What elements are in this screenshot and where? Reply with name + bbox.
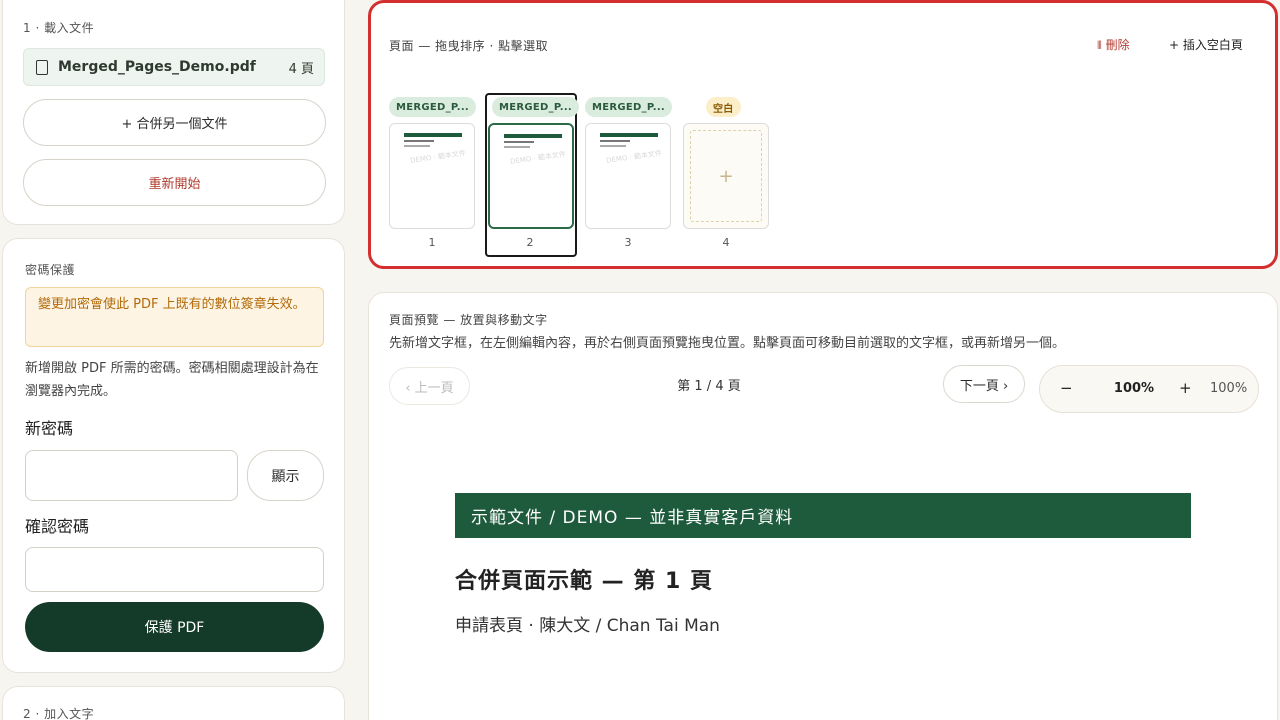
document-icon <box>36 59 48 75</box>
file-page-count: 4 頁 <box>288 61 314 77</box>
page-preview: DEMO · 範本文件 <box>585 123 671 229</box>
file-name: Merged_Pages_Demo.pdf <box>58 59 256 75</box>
password-section-label: 密碼保護 <box>25 263 76 277</box>
new-password-input[interactable] <box>25 450 238 501</box>
signature-warning: 變更加密會使此 PDF 上既有的數位簽章失效。 <box>25 287 324 347</box>
page-source-tag: 空白 <box>706 97 741 117</box>
mini-page-line <box>504 141 534 143</box>
page-thumbnail[interactable]: MERGED_P... DEMO · 範本文件 1 <box>389 95 477 255</box>
next-page-button[interactable]: 下一頁 › <box>943 365 1025 403</box>
password-description: 新增開啟 PDF 所需的密碼。密碼相關處理設計為在瀏覽器內完成。 <box>25 361 319 399</box>
mini-page-line <box>600 133 658 137</box>
page-source-tag: MERGED_P... <box>585 97 673 117</box>
mini-page-watermark: DEMO · 範本文件 <box>409 149 467 165</box>
zoom-value: 100% <box>1113 381 1155 396</box>
loaded-file-item[interactable]: Merged_Pages_Demo.pdf 4 頁 <box>23 48 325 86</box>
pages-panel: 頁面 — 拖曳排序 · 點擊選取 ⦀ 刪除 + 插入空白頁 MERGED_P..… <box>368 0 1278 269</box>
page-preview: DEMO · 範本文件 <box>389 123 475 229</box>
page-number: 4 <box>722 236 730 249</box>
previous-page-button[interactable]: ‹ 上一頁 <box>389 367 470 405</box>
password-protection-card: 密碼保護 變更加密會使此 PDF 上既有的數位簽章失效。 新增開啟 PDF 所需… <box>2 238 345 673</box>
mini-page-line <box>600 140 630 142</box>
protect-pdf-button[interactable]: 保護 PDF <box>25 602 324 652</box>
restart-button[interactable]: 重新開始 <box>23 159 326 206</box>
pages-heading: 頁面 — 拖曳排序 · 點擊選取 <box>389 39 549 53</box>
zoom-readout: 100% <box>1210 381 1248 396</box>
delete-page-button[interactable]: ⦀ 刪除 <box>1097 36 1130 53</box>
show-password-button[interactable]: 顯示 <box>247 450 324 501</box>
mini-page-watermark: DEMO · 範本文件 <box>605 149 663 165</box>
blank-page-preview: + <box>683 123 769 229</box>
text-section-label: 2 · 加入文字 <box>23 707 95 720</box>
mini-page-line <box>504 146 530 148</box>
mini-page-line <box>504 134 562 138</box>
page-thumbnail[interactable]: MERGED_P... DEMO · 範本文件 3 <box>585 95 673 255</box>
mini-page-watermark: DEMO · 範本文件 <box>509 150 567 166</box>
mini-page-line <box>600 145 626 147</box>
merge-document-button[interactable]: + 合併另一個文件 <box>23 99 326 146</box>
delete-label: 刪除 <box>1105 38 1130 52</box>
mini-page-line <box>404 133 462 137</box>
page-source-tag: MERGED_P... <box>492 97 580 117</box>
page-number: 2 <box>526 236 534 249</box>
mini-page-line <box>404 145 430 147</box>
page-thumbnail[interactable]: 空白 +4 <box>683 95 771 255</box>
preview-help-text: 先新增文字框，在左側編輯內容，再於右側頁面預覽拖曳位置。點擊頁面可移動目前選取的… <box>389 336 1066 351</box>
confirm-password-label: 確認密碼 <box>25 517 90 536</box>
trash-icon: ⦀ <box>1097 39 1102 52</box>
page-source-tag: MERGED_P... <box>389 97 477 117</box>
page-thumbnail[interactable]: MERGED_P... DEMO · 範本文件 2 <box>485 93 580 257</box>
mini-page-line <box>404 140 434 142</box>
zoom-out-button[interactable]: − <box>1060 379 1073 397</box>
preview-panel: 頁面預覽 — 放置與移動文字 先新增文字框，在左側編輯內容，再於右側頁面預覽拖曳… <box>368 292 1278 720</box>
confirm-password-input[interactable] <box>25 547 324 592</box>
plus-icon: + <box>690 130 762 222</box>
page-preview: DEMO · 範本文件 <box>488 123 574 229</box>
zoom-in-button[interactable]: + <box>1179 379 1192 397</box>
document-subtitle: 申請表頁 · 陳大文 / Chan Tai Man <box>455 616 720 636</box>
page-indicator: 第 1 / 4 頁 <box>677 379 741 394</box>
add-text-card: 2 · 加入文字 <box>2 686 345 720</box>
preview-title: 頁面預覽 — 放置與移動文字 <box>389 313 548 327</box>
page-number: 3 <box>624 236 632 249</box>
load-file-card: 1 · 載入文件 Merged_Pages_Demo.pdf 4 頁 + 合併另… <box>2 0 345 225</box>
document-banner: 示範文件 / DEMO — 並非真實客戶資料 <box>455 493 1191 538</box>
new-password-label: 新密碼 <box>25 419 74 438</box>
document-title: 合併頁面示範 — 第 1 頁 <box>455 569 713 594</box>
page-number: 1 <box>428 236 436 249</box>
zoom-control: − 100% + 100% <box>1039 365 1259 413</box>
load-section-label: 1 · 載入文件 <box>23 21 95 35</box>
insert-blank-page-button[interactable]: + 插入空白頁 <box>1169 36 1243 53</box>
